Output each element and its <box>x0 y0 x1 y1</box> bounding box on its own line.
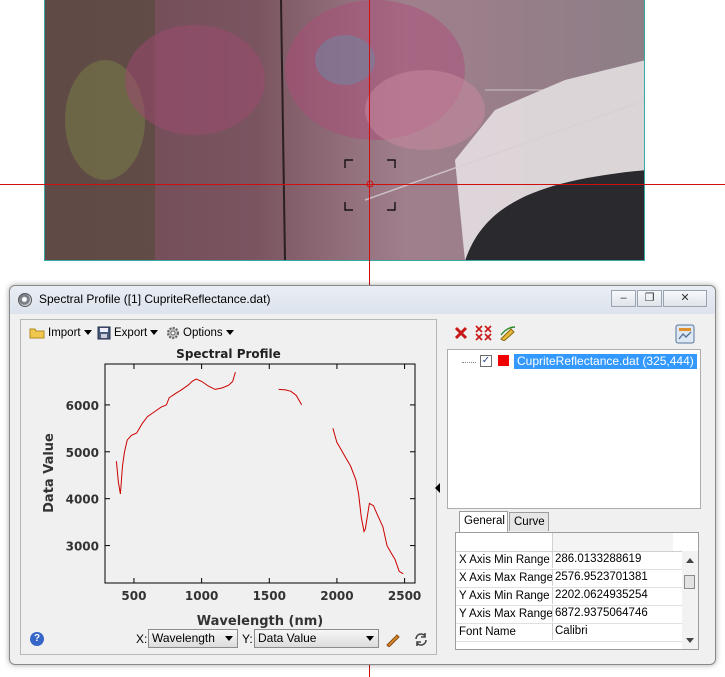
close-button[interactable]: ✕ <box>663 290 707 307</box>
y-axis-label: Data Value <box>42 433 57 513</box>
chevron-down-icon <box>150 330 159 336</box>
image-canvas <box>45 0 644 260</box>
plot-pane: Import Export Options Spectral Profile 3… <box>20 319 437 655</box>
import-menu[interactable]: Import <box>29 324 92 342</box>
options-menu[interactable]: Options <box>166 324 234 342</box>
layer-tree: ✓ CupriteReflectance.dat (325,444) <box>447 349 701 509</box>
property-value[interactable]: 2576.9523701381 <box>552 569 675 586</box>
chevron-down-icon <box>83 330 92 336</box>
property-row[interactable]: Y Axis Max Range 6872.9375064746 <box>456 605 683 624</box>
save-disk-icon <box>97 326 111 340</box>
edit-curve-icon[interactable] <box>499 325 517 341</box>
tree-connector <box>462 362 476 363</box>
property-name: Font Name <box>459 626 516 638</box>
tab-curve[interactable]: Curve <box>509 512 549 531</box>
gear-icon <box>166 326 180 340</box>
chevron-down-icon <box>225 636 233 641</box>
property-value[interactable]: 2202.0624935254 <box>552 587 675 604</box>
folder-icon <box>29 328 45 339</box>
restore-button[interactable]: ❐ <box>637 290 662 307</box>
spectral-chart[interactable]: 3000 4000 5000 6000 500 1000 1500 2000 2500 Dat… <box>21 360 436 630</box>
x-axis-selector-label: X: <box>136 632 148 646</box>
export-label: Export <box>114 327 148 339</box>
property-scrollbar[interactable] <box>682 551 698 649</box>
image-view[interactable] <box>44 0 645 261</box>
property-row[interactable]: X Axis Max Range 2576.9523701381 <box>456 569 683 588</box>
chart-properties-icon[interactable] <box>675 324 695 344</box>
property-name: Y Axis Max Range <box>459 608 553 620</box>
property-name: X Axis Min Range <box>459 554 550 566</box>
scroll-thumb[interactable] <box>684 575 695 589</box>
chevron-down-icon <box>225 330 234 336</box>
scroll-down-icon[interactable] <box>686 638 694 643</box>
property-name: Y Axis Min Range <box>459 590 550 602</box>
x-tick-label: 1500 <box>253 589 286 603</box>
y-tick-label: 3000 <box>66 540 99 554</box>
property-value[interactable]: Calibri <box>552 623 675 640</box>
crosshair-horizontal <box>0 184 725 185</box>
y-tick-label: 6000 <box>66 399 99 413</box>
refresh-icon[interactable] <box>413 631 429 647</box>
options-label: Options <box>183 327 223 339</box>
layer-checkbox[interactable]: ✓ <box>480 355 492 367</box>
x-axis-select[interactable]: Wavelength <box>148 629 238 648</box>
terrain-pink-patch <box>125 25 265 135</box>
plot-area <box>104 363 416 584</box>
y-axis-select[interactable]: Data Value <box>254 629 379 648</box>
minimize-button[interactable]: – <box>611 290 636 307</box>
help-icon[interactable]: ? <box>30 632 44 646</box>
color-swatch <box>498 355 509 366</box>
axis-selector-row: ? X: Wavelength Y: Data Value <box>21 628 436 652</box>
x-axis-label: Wavelength (nm) <box>197 614 323 629</box>
property-row[interactable]: Y Axis Min Range 2202.0624935254 <box>456 587 683 606</box>
property-name: X Axis Max Range <box>459 572 553 584</box>
edit-line-icon[interactable] <box>385 631 401 647</box>
x-tick-label: 1000 <box>185 589 218 603</box>
terrain-light-patch <box>365 70 485 150</box>
x-tick-label: 500 <box>121 589 146 603</box>
property-grid: X Axis Min Range 286.0133288619 X Axis Max… <box>455 532 699 650</box>
collapse-pane-arrow[interactable] <box>435 483 440 493</box>
chart-title: Spectral Profile <box>176 347 281 361</box>
spectral-profile-window[interactable]: Spectral Profile ([1] CupriteReflectance… <box>9 285 716 665</box>
property-row[interactable]: Font Name Calibri <box>456 623 683 642</box>
y-tick-label: 4000 <box>66 493 99 507</box>
layers-pane: ✓ CupriteReflectance.dat (325,444) Gener… <box>445 319 705 655</box>
chevron-down-icon <box>366 636 374 641</box>
x-tick-label: 2500 <box>388 589 421 603</box>
delete-all-icon[interactable] <box>475 325 493 341</box>
app-icon <box>18 293 32 307</box>
y-axis-select-value: Data Value <box>258 631 317 645</box>
title-bar[interactable]: Spectral Profile ([1] CupriteReflectance… <box>10 286 715 314</box>
import-label: Import <box>48 327 81 339</box>
y-axis-selector-label: Y: <box>242 632 253 646</box>
x-tick-label: 2000 <box>320 589 353 603</box>
property-value[interactable]: 6872.9375064746 <box>552 605 675 622</box>
window-title: Spectral Profile ([1] CupriteReflectance… <box>39 292 271 306</box>
delete-icon[interactable] <box>453 325 469 341</box>
scroll-up-icon[interactable] <box>686 558 694 563</box>
property-grid-header <box>456 533 683 552</box>
property-value[interactable]: 286.0133288619 <box>552 551 675 568</box>
y-tick-label: 5000 <box>66 446 99 460</box>
tab-general[interactable]: General <box>459 511 508 532</box>
x-axis-select-value: Wavelength <box>152 631 215 645</box>
terrain-blue-patch <box>315 35 375 85</box>
tree-item-label[interactable]: CupriteReflectance.dat (325,444) <box>514 354 697 369</box>
export-menu[interactable]: Export <box>97 324 159 342</box>
property-row[interactable]: X Axis Min Range 286.0133288619 <box>456 551 683 570</box>
